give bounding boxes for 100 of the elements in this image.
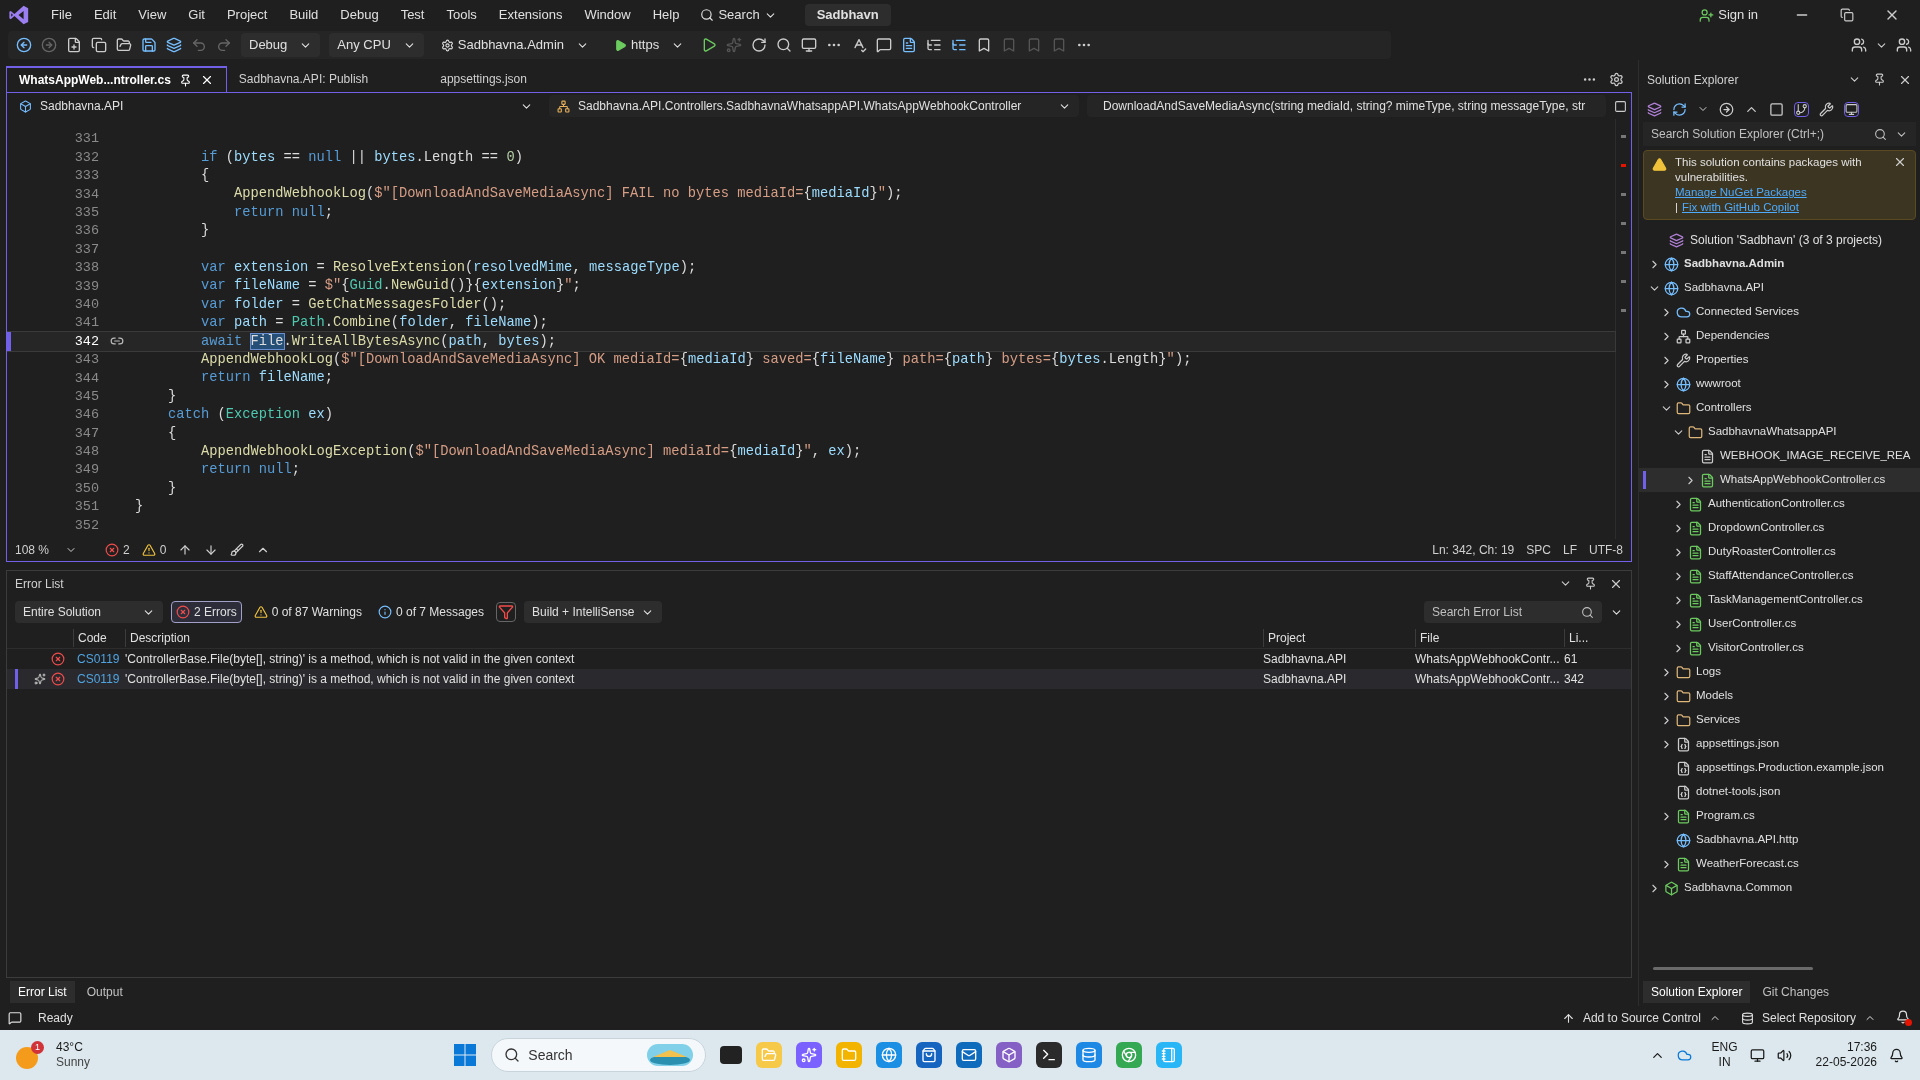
tree-item[interactable]: SadbhavnaWhatsappAPI xyxy=(1708,423,1837,441)
filter-toggle[interactable]: 0 of 87 Warnings xyxy=(249,601,366,623)
menu-item[interactable]: Test xyxy=(391,3,434,27)
terminal-icon[interactable] xyxy=(1036,1042,1063,1068)
menu-item[interactable]: Help xyxy=(643,3,689,27)
cursor-position[interactable]: Ln: 342, Ch: 19 xyxy=(1432,541,1515,559)
sync-icon[interactable] xyxy=(1719,101,1734,117)
output-icon[interactable] xyxy=(8,1011,22,1025)
warning-count[interactable]: 0 xyxy=(159,541,167,559)
tree-item[interactable]: Sadbhavna.API.http xyxy=(1696,831,1799,849)
menu-item[interactable]: Window xyxy=(575,3,640,27)
indent-icon[interactable] xyxy=(951,37,968,53)
panel-tab[interactable]: Output xyxy=(78,981,131,1003)
document-tab[interactable]: WhatsAppWeb...ntroller.cs xyxy=(6,66,227,92)
cloud-icon[interactable] xyxy=(1676,1047,1692,1063)
whitespace-mode[interactable]: SPC xyxy=(1526,541,1551,559)
clock-date[interactable]: 22-05-2026 xyxy=(1815,1055,1877,1070)
store-icon[interactable] xyxy=(916,1042,943,1068)
tree-item[interactable]: dotnet-tools.json xyxy=(1696,783,1781,801)
assistant-icon[interactable] xyxy=(796,1042,823,1068)
search-field[interactable]: Search Error List xyxy=(1424,601,1602,623)
tree-item[interactable]: AuthenticationController.cs xyxy=(1708,495,1845,513)
class-dropdown[interactable]: Sadbhavna.API.Controllers.SadbhavnaWhatsappAPI.WhatsAppWebhookController xyxy=(549,95,1079,117)
undo-icon[interactable] xyxy=(191,37,207,53)
toolbar-dropdown[interactable]: Any CPU xyxy=(329,33,424,57)
redo-icon[interactable] xyxy=(216,37,232,53)
sign-in-button[interactable]: Sign in xyxy=(1691,3,1766,27)
tree-item[interactable]: Sadbhavna.Admin xyxy=(1684,255,1785,273)
tree-item[interactable]: appsettings.Production.example.json xyxy=(1696,759,1884,777)
taskbar-search-field[interactable]: Search xyxy=(491,1038,707,1072)
line-ending[interactable]: LF xyxy=(1563,541,1577,559)
new-project-icon[interactable] xyxy=(66,37,82,53)
tree-item[interactable]: WeatherForecast.cs xyxy=(1696,855,1799,873)
refresh-icon[interactable] xyxy=(751,37,768,53)
browser-icon[interactable] xyxy=(801,37,818,53)
tree-item[interactable]: Services xyxy=(1696,711,1741,729)
scope-dropdown[interactable]: Entire Solution xyxy=(15,601,163,623)
people-icon[interactable] xyxy=(1851,37,1867,53)
back-icon[interactable] xyxy=(16,37,32,53)
tree-item[interactable]: TaskManagementController.cs xyxy=(1708,591,1863,609)
menu-item[interactable]: Git xyxy=(179,3,214,27)
open-icon[interactable] xyxy=(116,37,132,53)
tree-item[interactable]: UserController.cs xyxy=(1708,615,1797,633)
pin-icon[interactable] xyxy=(1873,73,1886,86)
restore-icon[interactable] xyxy=(1840,8,1854,22)
find-icon[interactable] xyxy=(776,37,793,53)
spell-check-icon[interactable] xyxy=(851,37,868,53)
filter-toggle[interactable]: 2 Errors xyxy=(171,601,242,623)
tree-item[interactable]: Sadbhavna.Common xyxy=(1684,879,1793,897)
notification-icon[interactable] xyxy=(1896,1010,1912,1026)
tree-item[interactable]: WEBHOOK_IMAGE_RECEIVE_REA xyxy=(1720,447,1911,465)
source-control-button[interactable]: Add to Source Control xyxy=(1561,1009,1721,1027)
network-icon[interactable] xyxy=(1749,1047,1765,1063)
error-row[interactable]: CS0119 'ControllerBase.File(byte[], string)' is a method, which is not valid in the given context Sadbhavna.API WhatsAppWebhookContr... 342 xyxy=(7,669,1631,689)
toolbar-dropdown[interactable]: Sadbhavna.Admin xyxy=(432,33,598,57)
tree-item[interactable]: Dependencies xyxy=(1696,327,1770,345)
banner-link[interactable]: Manage NuGet Packages xyxy=(1675,185,1807,200)
forward-icon[interactable] xyxy=(41,37,57,53)
previous-icon[interactable] xyxy=(178,543,193,557)
language[interactable]: ENG xyxy=(1711,1040,1738,1055)
region[interactable]: IN xyxy=(1718,1055,1731,1070)
tree-item[interactable]: Models xyxy=(1696,687,1734,705)
repository-button[interactable]: Select Repository xyxy=(1740,1009,1876,1027)
menu-item[interactable]: Build xyxy=(280,3,328,27)
tree-item[interactable]: VisitorController.cs xyxy=(1708,639,1804,657)
column-header[interactable]: Code xyxy=(73,628,125,647)
menu-item[interactable]: File xyxy=(42,3,81,27)
document-tab[interactable]: Sadbhavna.API: Publish xyxy=(226,66,429,92)
volume-icon[interactable] xyxy=(1776,1047,1792,1063)
panel-tab[interactable]: Solution Explorer xyxy=(1643,981,1751,1003)
column-header[interactable]: Li... xyxy=(1564,628,1631,647)
tree-item[interactable]: appsettings.json xyxy=(1696,735,1780,753)
tree-item[interactable]: Solution 'Sadbhavn' (3 of 3 projects) xyxy=(1690,231,1883,249)
tree-item[interactable]: Program.cs xyxy=(1696,807,1755,825)
error-count[interactable]: 2 xyxy=(123,541,130,559)
close-icon[interactable] xyxy=(1893,155,1907,169)
filter-toggle[interactable]: 0 of 7 Messages xyxy=(373,601,489,623)
menu-item[interactable]: Project xyxy=(217,3,277,27)
menu-item[interactable]: Edit xyxy=(84,3,126,27)
menu-item[interactable]: View xyxy=(129,3,176,27)
banner-link[interactable]: Fix with GitHub Copilot xyxy=(1682,200,1799,215)
outdent-icon[interactable] xyxy=(926,37,943,53)
zoom-dropdown[interactable]: 108 % xyxy=(15,541,78,559)
ide-icon[interactable] xyxy=(996,1042,1023,1068)
close-icon[interactable] xyxy=(1898,73,1912,87)
tree-item[interactable]: DutyRoasterController.cs xyxy=(1708,543,1836,561)
document-tab[interactable]: appsettings.json xyxy=(428,66,587,92)
menu-item[interactable]: Debug xyxy=(331,3,388,27)
menu-item[interactable]: Tools xyxy=(437,3,486,27)
document-icon[interactable] xyxy=(901,37,918,53)
temperature[interactable]: 43°C xyxy=(56,1040,91,1055)
tree-item[interactable]: StaffAttendanceController.cs xyxy=(1708,567,1854,585)
tree-item[interactable]: Controllers xyxy=(1696,399,1752,417)
weather-condition[interactable]: Sunny xyxy=(56,1055,91,1070)
column-header[interactable]: Description xyxy=(125,628,1263,647)
error-row[interactable]: CS0119 'ControllerBase.File(byte[], string)' is a method, which is not valid in the given context Sadbhavna.API WhatsAppWebhookContr... 61 xyxy=(7,649,1631,669)
menu-item[interactable]: Extensions xyxy=(489,3,572,27)
toolbar-dropdown[interactable]: https xyxy=(606,33,693,57)
project-dropdown[interactable]: Sadbhavna.API xyxy=(11,95,541,117)
chrome-icon[interactable] xyxy=(1116,1042,1143,1068)
